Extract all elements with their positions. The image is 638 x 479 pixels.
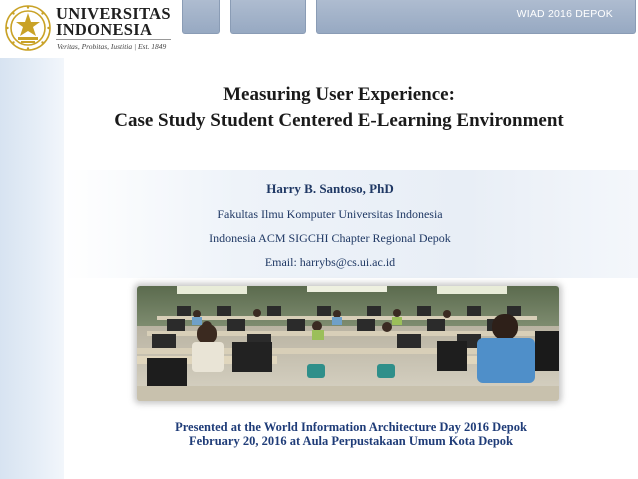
author-email: Email: harrybs@cs.ui.ac.id: [264, 255, 396, 269]
university-seal-icon: [5, 5, 51, 51]
header-box-small: [182, 0, 220, 34]
presentation-event: Presented at the World Information Archi…: [175, 420, 527, 434]
university-name-line2: INDONESIA: [56, 20, 153, 39]
author-affiliation: Fakultas Ilmu Komputer Universitas Indon…: [217, 207, 443, 221]
slide-title-line1: Measuring User Experience:: [223, 84, 455, 105]
author-name: Harry B. Santoso, PhD: [266, 181, 394, 196]
university-motto: Veritas, Probitas, Iustitia | Est. 1849: [57, 42, 167, 51]
presentation-info: Presented at the World Information Archi…: [64, 420, 638, 448]
university-logo: UNIVERSITAS INDONESIA Veritas, Probitas,…: [4, 4, 174, 56]
motto-divider: [56, 39, 171, 40]
presentation-date-venue: February 20, 2016 at Aula Perpustakaan U…: [189, 434, 513, 448]
university-name: UNIVERSITAS INDONESIA: [56, 5, 171, 39]
header-box-medium: [230, 0, 306, 34]
author-chapter: Indonesia ACM SIGCHI Chapter Regional De…: [209, 231, 451, 245]
slide-title-line2: Case Study Student Centered E-Learning E…: [114, 110, 564, 131]
slide-title: Measuring User Experience: Case Study St…: [40, 82, 638, 134]
computer-lab-photo: [137, 286, 559, 401]
author-block: Harry B. Santoso, PhD Fakultas Ilmu Komp…: [150, 180, 510, 274]
header-box-event: WIAD 2016 DEPOK: [316, 0, 636, 34]
event-label: WIAD 2016 DEPOK: [516, 8, 613, 20]
